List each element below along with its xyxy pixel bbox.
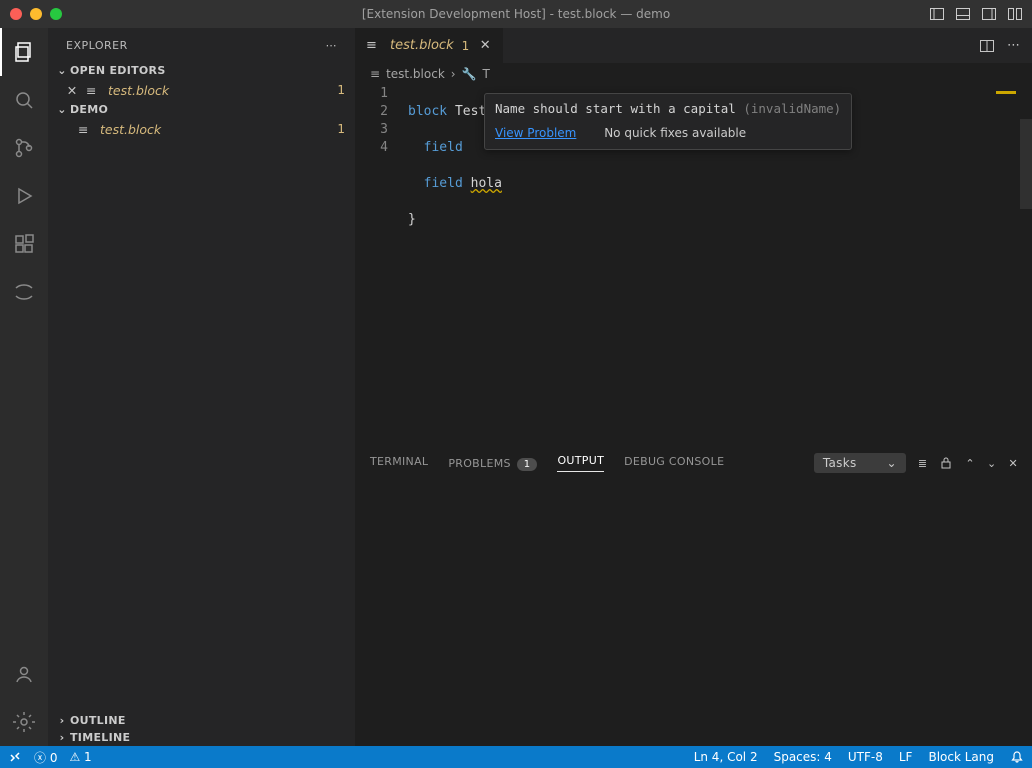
folder-file-item[interactable]: ≡ test.block 1 bbox=[48, 118, 355, 140]
more-icon[interactable]: ⋯ bbox=[1007, 38, 1020, 54]
warnings-indicator[interactable]: ⚠ 1 bbox=[69, 750, 91, 764]
editor-tab[interactable]: ≡ test.block 1 ✕ bbox=[356, 28, 504, 63]
timeline-section[interactable]: › TIMELINE bbox=[48, 729, 355, 746]
customize-layout-icon[interactable] bbox=[1006, 5, 1024, 23]
activity-source-control[interactable] bbox=[0, 124, 48, 172]
chevron-down-icon[interactable]: ⌄ bbox=[987, 457, 997, 470]
activity-run-debug[interactable] bbox=[0, 172, 48, 220]
file-icon: ≡ bbox=[370, 67, 380, 81]
activity-remote[interactable] bbox=[0, 268, 48, 316]
notifications-icon[interactable] bbox=[1010, 750, 1024, 764]
file-icon: ≡ bbox=[86, 83, 102, 98]
problems-count-badge: 1 bbox=[517, 458, 538, 471]
editor-scrollbar[interactable] bbox=[1020, 85, 1032, 446]
sidebar-more-icon[interactable]: ⋯ bbox=[326, 39, 338, 52]
lock-icon[interactable] bbox=[939, 456, 953, 470]
minimap-warning-marker bbox=[996, 91, 1016, 94]
line-number-gutter: 1 2 3 4 bbox=[356, 85, 404, 157]
view-problem-link[interactable]: View Problem bbox=[495, 126, 576, 140]
activity-bar bbox=[0, 28, 48, 746]
filter-icon[interactable]: ≣ bbox=[918, 457, 928, 470]
language-mode[interactable]: Block Lang bbox=[928, 750, 994, 764]
editor-tabbar: ≡ test.block 1 ✕ ⋯ bbox=[356, 28, 1032, 63]
file-icon: ≡ bbox=[78, 122, 94, 137]
close-icon[interactable]: ✕ bbox=[1008, 457, 1018, 470]
remote-indicator[interactable] bbox=[8, 750, 22, 764]
chevron-down-icon: ⌄ bbox=[54, 64, 70, 77]
outline-section[interactable]: › OUTLINE bbox=[48, 712, 355, 729]
open-editor-item[interactable]: ✕ ≡ test.block 1 bbox=[48, 79, 355, 101]
no-quick-fixes-label: No quick fixes available bbox=[604, 126, 746, 140]
chevron-right-icon: › bbox=[451, 67, 456, 81]
layout-right-icon[interactable] bbox=[980, 5, 998, 23]
window-maximize-button[interactable] bbox=[50, 8, 62, 20]
layout-left-icon[interactable] bbox=[928, 5, 946, 23]
close-icon[interactable]: ✕ bbox=[64, 83, 80, 98]
chevron-right-icon: › bbox=[54, 714, 70, 727]
window-minimize-button[interactable] bbox=[30, 8, 42, 20]
sidebar: EXPLORER ⋯ ⌄ OPEN EDITORS ✕ ≡ test.block… bbox=[48, 28, 356, 746]
close-icon[interactable]: ✕ bbox=[477, 38, 493, 53]
output-channel-select[interactable]: Tasks⌄ bbox=[814, 453, 906, 473]
window-title: [Extension Development Host] - test.bloc… bbox=[362, 7, 670, 21]
titlebar: [Extension Development Host] - test.bloc… bbox=[0, 0, 1032, 28]
symbol-icon: 🔧 bbox=[462, 67, 477, 81]
activity-settings[interactable] bbox=[0, 698, 48, 746]
tab-terminal[interactable]: TERMINAL bbox=[370, 455, 428, 472]
layout-bottom-icon[interactable] bbox=[954, 5, 972, 23]
cursor-position[interactable]: Ln 4, Col 2 bbox=[694, 750, 758, 764]
encoding-status[interactable]: UTF-8 bbox=[848, 750, 883, 764]
chevron-right-icon: › bbox=[54, 731, 70, 744]
activity-extensions[interactable] bbox=[0, 220, 48, 268]
tab-problems[interactable]: PROBLEMS bbox=[448, 457, 510, 474]
breadcrumb[interactable]: ≡ test.block › 🔧 T bbox=[356, 63, 1032, 85]
status-bar: ⓧ 0 ⚠ 1 Ln 4, Col 2 Spaces: 4 UTF-8 LF B… bbox=[0, 746, 1032, 768]
chevron-down-icon: ⌄ bbox=[887, 456, 897, 470]
window-close-button[interactable] bbox=[10, 8, 22, 20]
activity-explorer[interactable] bbox=[0, 28, 48, 76]
tab-output[interactable]: OUTPUT bbox=[557, 454, 604, 472]
file-icon: ≡ bbox=[366, 38, 382, 53]
folder-section[interactable]: ⌄ DEMO bbox=[48, 101, 355, 118]
errors-indicator[interactable]: ⓧ 0 bbox=[34, 749, 57, 766]
eol-status[interactable]: LF bbox=[899, 750, 913, 764]
bottom-panel: TERMINAL PROBLEMS1 OUTPUT DEBUG CONSOLE … bbox=[356, 446, 1032, 746]
diagnostic-hover: Name should start with a capital (invali… bbox=[484, 93, 852, 150]
sidebar-title: EXPLORER ⋯ bbox=[48, 28, 355, 62]
chevron-up-icon[interactable]: ⌃ bbox=[965, 457, 975, 470]
tab-debug-console[interactable]: DEBUG CONSOLE bbox=[624, 455, 724, 472]
split-editor-icon[interactable] bbox=[979, 38, 995, 54]
indentation-status[interactable]: Spaces: 4 bbox=[774, 750, 832, 764]
code-editor[interactable]: 1 2 3 4 block Test { field field hola } … bbox=[356, 85, 1032, 446]
activity-accounts[interactable] bbox=[0, 650, 48, 698]
open-editors-section[interactable]: ⌄ OPEN EDITORS bbox=[48, 62, 355, 79]
activity-search[interactable] bbox=[0, 76, 48, 124]
chevron-down-icon: ⌄ bbox=[54, 103, 70, 116]
